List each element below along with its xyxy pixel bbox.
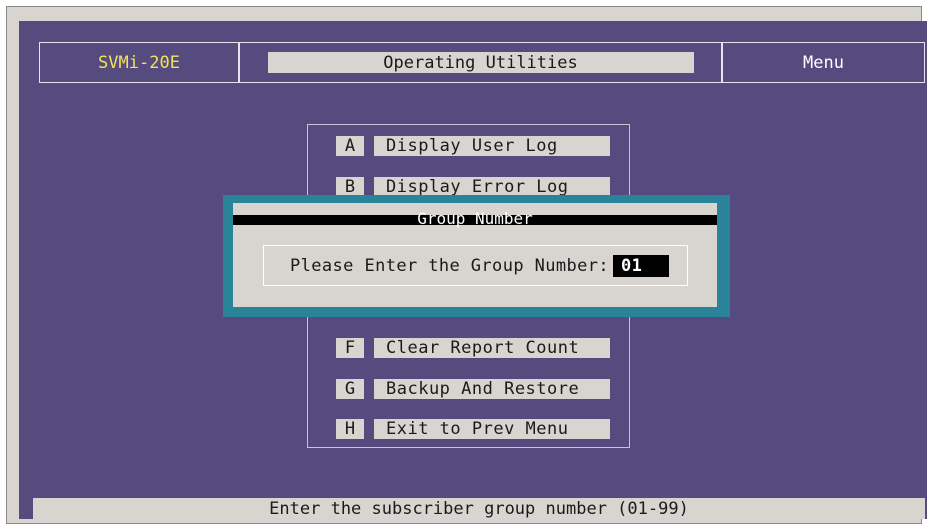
dialog-title-bar: Group Number bbox=[233, 209, 717, 228]
menu-label: Menu bbox=[803, 52, 844, 73]
terminal-frame: SVMi-20E Operating Utilities Menu A Disp… bbox=[6, 6, 927, 524]
menu-label-cell: Menu bbox=[722, 42, 925, 83]
menu-item-label: Backup And Restore bbox=[374, 379, 610, 399]
dialog-title: Group Number bbox=[417, 209, 533, 228]
group-number-dialog: Group Number Please Enter the Group Numb… bbox=[223, 195, 730, 317]
menu-key: G bbox=[336, 379, 364, 399]
status-bar: Enter the subscriber group number (01-99… bbox=[33, 498, 925, 519]
model-name-text: SVMi-20E bbox=[98, 52, 180, 73]
group-number-input[interactable]: 01 bbox=[613, 254, 670, 277]
terminal-screen: SVMi-20E Operating Utilities Menu A Disp… bbox=[19, 21, 927, 519]
menu-item-label: Display User Log bbox=[374, 136, 610, 156]
menu-item-label: Exit to Prev Menu bbox=[374, 419, 610, 439]
dialog-body: Group Number Please Enter the Group Numb… bbox=[233, 203, 717, 307]
menu-item-display-user-log[interactable]: A Display User Log bbox=[336, 135, 610, 157]
menu-key: A bbox=[336, 136, 364, 156]
status-text: Enter the subscriber group number (01-99… bbox=[269, 498, 689, 519]
menu-item-label: Display Error Log bbox=[374, 177, 610, 197]
screen-title-cell: Operating Utilities bbox=[239, 42, 722, 83]
menu-key: F bbox=[336, 338, 364, 358]
menu-item-clear-report-count[interactable]: F Clear Report Count bbox=[336, 337, 610, 359]
menu-item-backup-and-restore[interactable]: G Backup And Restore bbox=[336, 378, 610, 400]
group-number-prompt: Please Enter the Group Number: bbox=[290, 255, 610, 276]
group-number-field: Please Enter the Group Number: 01 bbox=[263, 245, 688, 286]
menu-key: B bbox=[336, 177, 364, 197]
model-name: SVMi-20E bbox=[39, 42, 239, 83]
screen-title: Operating Utilities bbox=[267, 52, 694, 73]
menu-item-label: Clear Report Count bbox=[374, 338, 610, 358]
menu-item-exit-to-prev-menu[interactable]: H Exit to Prev Menu bbox=[336, 418, 610, 440]
menu-key: H bbox=[336, 419, 364, 439]
